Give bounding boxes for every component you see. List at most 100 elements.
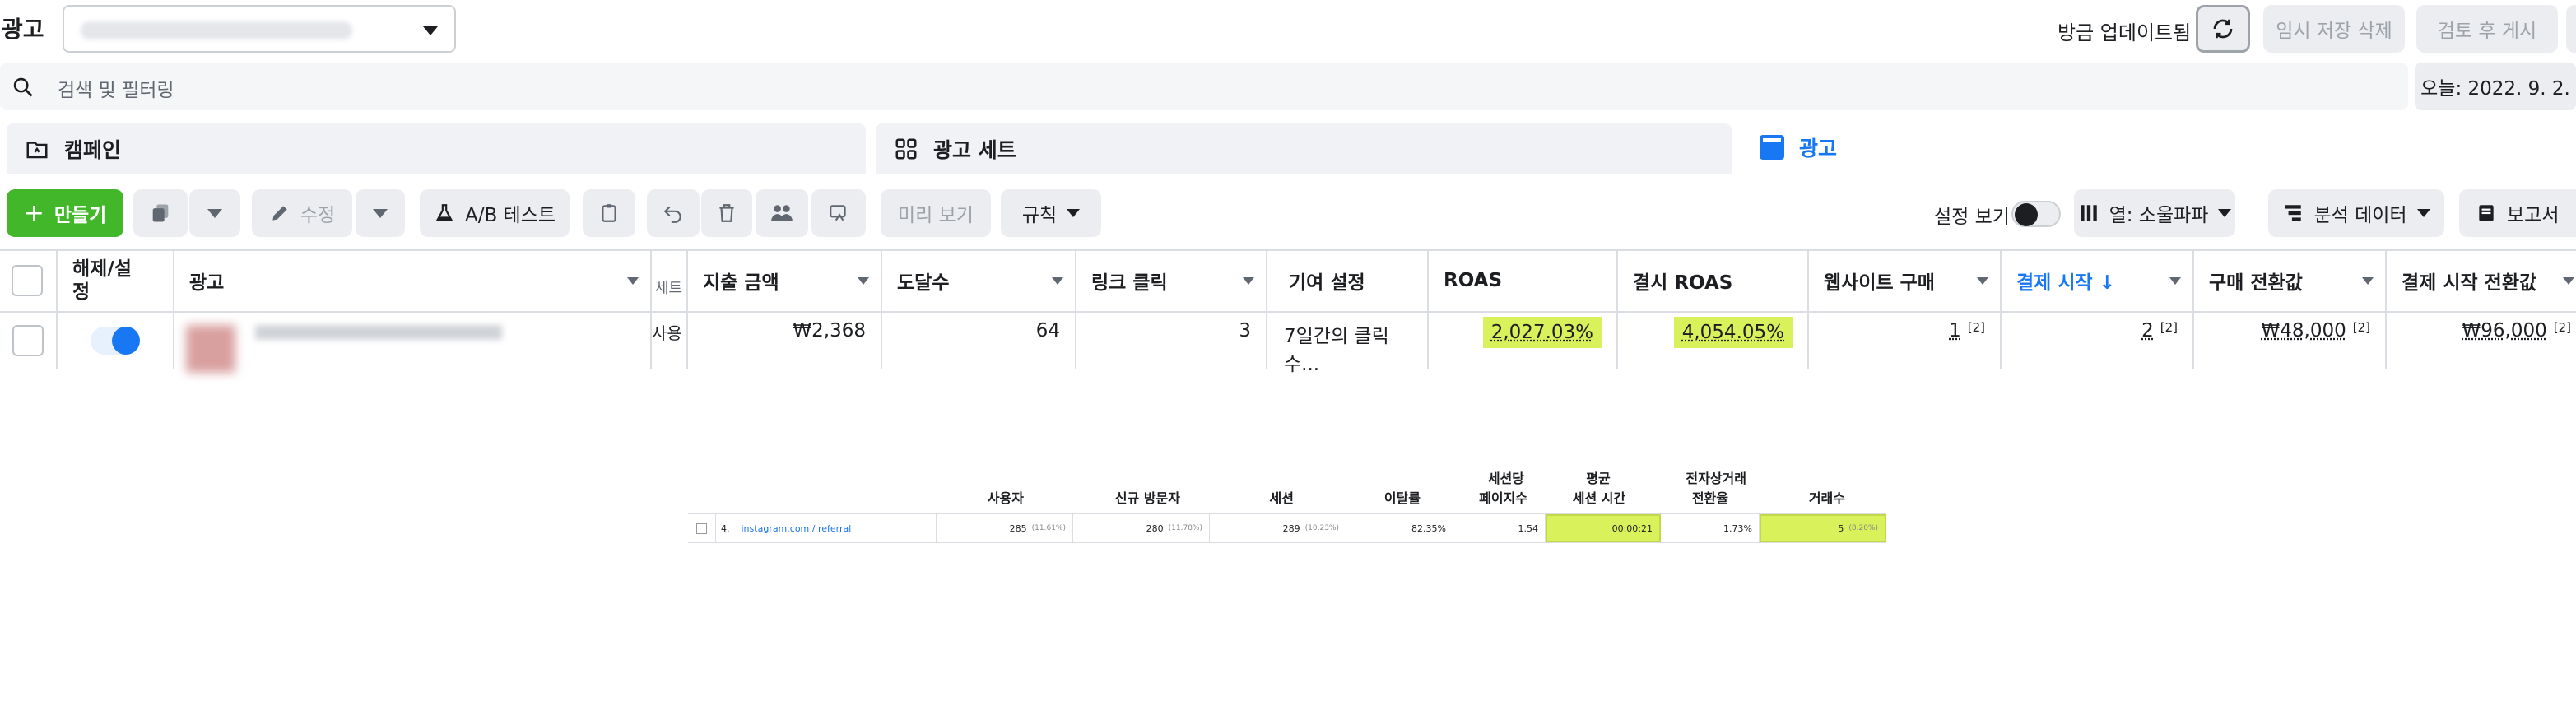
header-toggle[interactable]: 해제/설정: [58, 249, 174, 312]
header-checkouts[interactable]: 결제 시작 ↓: [2002, 249, 2194, 312]
account-selector[interactable]: [63, 5, 456, 53]
header-purchase-value[interactable]: 구매 전환값: [2194, 249, 2387, 312]
date-range-button[interactable]: 오늘: 2022. 9. 2.: [2415, 63, 2576, 110]
delete-button[interactable]: [701, 189, 752, 237]
ga-users-cell: 285 (11.61%): [937, 514, 1073, 542]
header-adset-partial[interactable]: 세트: [652, 249, 688, 312]
tab-campaigns-label: 캠페인: [64, 134, 121, 164]
discard-draft-button[interactable]: 임시 저장 삭제: [2263, 5, 2405, 53]
ad-status-toggle[interactable]: [91, 327, 140, 355]
chevron-down-icon: [1067, 209, 1080, 217]
row-checkout-roas-cell: 4,054.05%: [1618, 312, 1809, 369]
header-roas[interactable]: ROAS: [1429, 249, 1618, 312]
plus-icon: +: [24, 199, 44, 228]
ga-row-checkbox[interactable]: [696, 523, 707, 534]
header-adset-partial-label: 세트: [655, 276, 682, 298]
edit-button[interactable]: 수정: [252, 189, 352, 237]
people-button[interactable]: [756, 189, 808, 237]
refresh-button[interactable]: [2196, 5, 2250, 53]
ga-header-sessions: 세션: [1251, 487, 1294, 507]
header-roas-label: ROAS: [1444, 270, 1502, 291]
search-bar[interactable]: 검색 및 필터링: [0, 63, 2408, 110]
select-all-checkbox[interactable]: [12, 265, 43, 296]
export-icon: [827, 202, 850, 224]
tab-ads-label: 광고: [1799, 132, 1837, 162]
purchases-value[interactable]: 1: [1949, 320, 1961, 341]
ad-thumbnail-blurred: [186, 325, 235, 373]
ga-header-transactions: 거래수: [1802, 487, 1845, 507]
header-purchases[interactable]: 웹사이트 구매: [1809, 249, 2002, 312]
breakdown-icon: [2282, 202, 2304, 224]
header-checkout-value-label: 결제 시작 전환값: [2402, 267, 2536, 295]
clipboard-icon: [598, 202, 620, 224]
export-button[interactable]: [811, 189, 866, 237]
checkout-roas-value: 4,054.05%: [1674, 317, 1793, 348]
preview-button[interactable]: 미리 보기: [881, 189, 991, 237]
ga-sessions-pct: (10.23%): [1305, 524, 1339, 532]
chevron-down-icon: [423, 26, 438, 35]
header-attribution[interactable]: 기여 설정: [1267, 249, 1429, 312]
ga-transactions-pct: (8.20%): [1848, 524, 1878, 532]
header-spend[interactable]: 지출 금액: [688, 249, 882, 312]
reports-button[interactable]: 보고서: [2459, 189, 2576, 237]
header-reach-label: 도달수: [897, 267, 949, 295]
header-checkout-roas[interactable]: 결시 ROAS: [1618, 249, 1809, 312]
ga-header-new-users: 신규 방문자: [1095, 487, 1180, 507]
edit-dropdown[interactable]: [356, 189, 405, 237]
trash-icon: [716, 202, 737, 224]
ga-bounce-cell: 82.35%: [1346, 514, 1453, 542]
duplicate-button[interactable]: [133, 189, 188, 237]
sort-caret-icon: [1243, 277, 1254, 285]
attribution-value: 7일간의 클릭수...: [1284, 320, 1412, 376]
spend-value: ₩2,368: [793, 320, 866, 341]
pencil-icon: [269, 202, 291, 224]
header-reach[interactable]: 도달수: [882, 249, 1076, 312]
checkout-value-value[interactable]: ₩96,000: [2462, 320, 2547, 341]
reach-value: 64: [1036, 320, 1060, 341]
tab-campaigns[interactable]: 캠페인: [7, 123, 866, 174]
purchase-value-value[interactable]: ₩48,000: [2262, 320, 2346, 341]
search-input[interactable]: 검색 및 필터링: [58, 74, 174, 102]
link-clicks-value: 3: [1239, 320, 1251, 341]
ga-row-index: 4.: [721, 523, 730, 534]
header-ad[interactable]: 광고: [174, 249, 652, 312]
undo-button[interactable]: [647, 189, 700, 237]
ga-header-pages-line1: 세션당: [1465, 467, 1524, 487]
duplicate-dropdown[interactable]: [189, 189, 240, 237]
view-settings-label: 설정 보기: [1934, 201, 2010, 229]
sort-caret-icon: [2362, 277, 2374, 285]
more-button[interactable]: [2566, 5, 2576, 53]
checkouts-value[interactable]: 2: [2141, 320, 2154, 341]
clipboard-button[interactable]: [583, 189, 635, 237]
ga-new-users-pct: (11.78%): [1169, 524, 1202, 532]
search-icon: [12, 76, 35, 99]
ga-ecom-rate-value: 1.73%: [1723, 523, 1752, 534]
row-select-cell: [0, 312, 58, 369]
header-link-clicks[interactable]: 링크 클릭: [1076, 249, 1267, 312]
create-button[interactable]: + 만들기: [7, 189, 123, 237]
ab-test-button[interactable]: A/B 테스트: [420, 189, 570, 237]
view-settings-toggle[interactable]: [2011, 201, 2061, 227]
reports-label: 보고서: [2507, 199, 2559, 227]
review-publish-button[interactable]: 검토 후 게시: [2416, 5, 2558, 53]
row-ad-name-cell[interactable]: [174, 312, 652, 369]
columns-button[interactable]: 열: 소울파파: [2074, 189, 2235, 237]
chevron-down-icon: [207, 209, 222, 218]
ga-source-link[interactable]: instagram.com / referral: [742, 523, 852, 534]
rules-label: 규칙: [1022, 199, 1057, 227]
tab-ads[interactable]: 광고: [1741, 120, 2576, 174]
ga-header-ecom-line1: 전자상거래: [1672, 467, 1746, 487]
header-checkout-value[interactable]: 결제 시작 전환값: [2387, 249, 2576, 312]
roas-value: 2,027.03%: [1483, 317, 1602, 348]
checkout-value-footnote: [2]: [2554, 320, 2571, 335]
rules-button[interactable]: 규칙: [1001, 189, 1101, 237]
breakdown-button[interactable]: 분석 데이터: [2268, 189, 2444, 237]
ga-sessions-cell: 289 (10.23%): [1210, 514, 1346, 542]
tab-adsets[interactable]: 광고 세트: [876, 123, 1732, 174]
purchase-value-footnote: [2]: [2353, 320, 2370, 335]
ga-pages-cell: 1.54: [1453, 514, 1546, 542]
ga-ecom-rate-cell: 1.73%: [1661, 514, 1760, 542]
row-checkbox[interactable]: [12, 325, 44, 356]
sort-caret-icon: [1977, 277, 1988, 285]
row-toggle-cell: [58, 312, 174, 369]
